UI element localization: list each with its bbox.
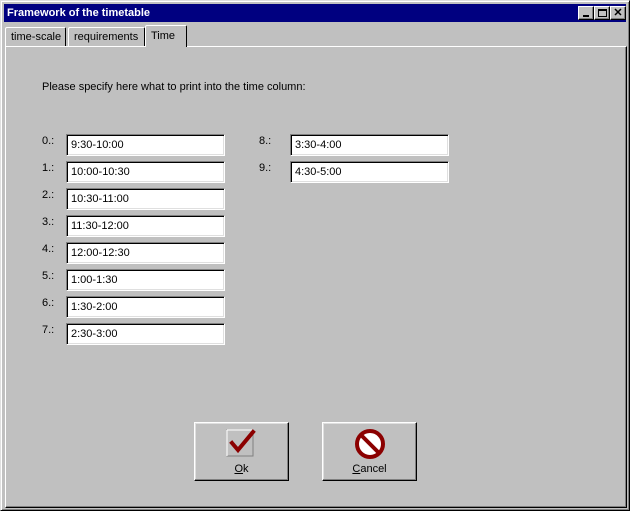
close-button[interactable]: ✕ bbox=[610, 6, 626, 20]
time-field-1 bbox=[66, 161, 225, 183]
time-input-2[interactable] bbox=[69, 191, 221, 207]
time-field-7 bbox=[66, 323, 225, 345]
time-field-4 bbox=[66, 242, 225, 264]
minimize-icon bbox=[583, 15, 589, 17]
time-field-5 bbox=[66, 269, 225, 291]
maximize-icon bbox=[598, 9, 607, 17]
title-bar[interactable]: Framework of the timetable ✕ bbox=[4, 4, 626, 22]
checkmark-icon bbox=[226, 429, 256, 457]
time-input-0[interactable] bbox=[69, 137, 221, 153]
tab-time-scale[interactable]: time-scale bbox=[5, 27, 66, 46]
tab-requirements[interactable]: requirements bbox=[68, 27, 145, 46]
instruction-text: Please specify here what to print into t… bbox=[42, 81, 306, 93]
time-input-8[interactable] bbox=[293, 137, 445, 153]
time-input-3[interactable] bbox=[69, 218, 221, 234]
time-input-5[interactable] bbox=[69, 272, 221, 288]
time-row-label: 7.: bbox=[42, 324, 55, 336]
ok-button[interactable]: Ok bbox=[194, 422, 289, 481]
time-row-label: 9.: bbox=[259, 162, 272, 174]
time-row-label: 4.: bbox=[42, 243, 55, 255]
ok-label: Ok bbox=[234, 463, 249, 475]
time-field-2 bbox=[66, 188, 225, 210]
time-input-1[interactable] bbox=[69, 164, 221, 180]
time-field-9 bbox=[290, 161, 449, 183]
minimize-button[interactable] bbox=[578, 6, 594, 20]
time-row-label: 3.: bbox=[42, 216, 55, 228]
time-field-0 bbox=[66, 134, 225, 156]
tab-label: time-scale bbox=[11, 31, 62, 43]
cancel-button[interactable]: Cancel bbox=[322, 422, 417, 481]
dialog-window: Framework of the timetable ✕ time-scale … bbox=[0, 0, 630, 511]
time-input-6[interactable] bbox=[69, 299, 221, 315]
time-input-4[interactable] bbox=[69, 245, 221, 261]
time-field-3 bbox=[66, 215, 225, 237]
maximize-button[interactable] bbox=[594, 6, 610, 20]
time-input-9[interactable] bbox=[293, 164, 445, 180]
time-input-7[interactable] bbox=[69, 326, 221, 342]
time-row-label: 5.: bbox=[42, 270, 55, 282]
time-field-6 bbox=[66, 296, 225, 318]
tab-time[interactable]: Time bbox=[145, 25, 187, 47]
no-entry-icon bbox=[355, 429, 385, 459]
time-row-label: 1.: bbox=[42, 162, 55, 174]
close-icon: ✕ bbox=[613, 7, 623, 19]
time-row-label: 8.: bbox=[259, 135, 272, 147]
cancel-label: Cancel bbox=[352, 463, 387, 475]
window-title: Framework of the timetable bbox=[7, 7, 151, 19]
tab-label: Time bbox=[151, 30, 176, 42]
tab-label: requirements bbox=[74, 31, 139, 43]
time-row-label: 2.: bbox=[42, 189, 55, 201]
time-field-8 bbox=[290, 134, 449, 156]
time-row-label: 6.: bbox=[42, 297, 55, 309]
time-row-label: 0.: bbox=[42, 135, 55, 147]
